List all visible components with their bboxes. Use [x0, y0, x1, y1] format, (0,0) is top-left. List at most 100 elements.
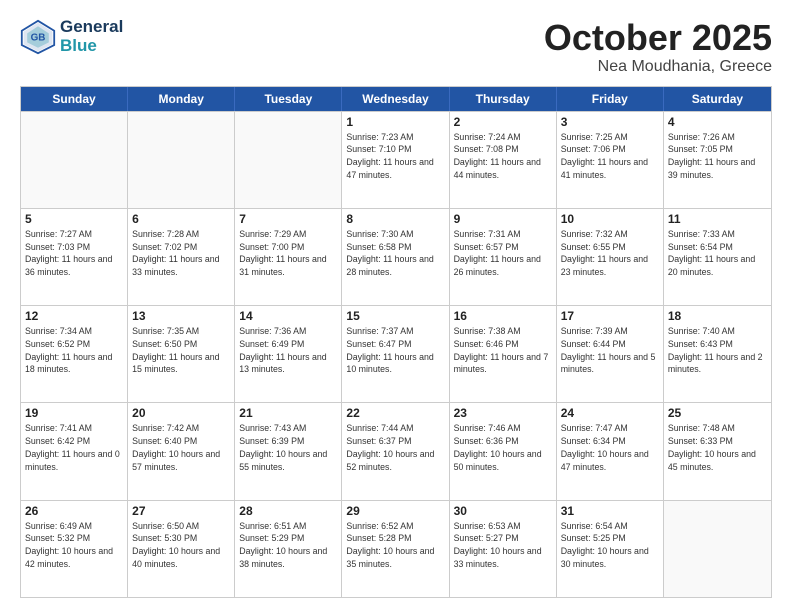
day-cell-30: 30 Sunrise: 6:53 AM Sunset: 5:27 PM Dayli…: [450, 501, 557, 597]
day-number: 2: [454, 115, 552, 129]
day-cell-4: 4 Sunrise: 7:26 AM Sunset: 7:05 PM Daylig…: [664, 112, 771, 208]
day-info: Sunrise: 6:54 AM Sunset: 5:25 PM Dayligh…: [561, 520, 659, 571]
day-info: Sunrise: 7:42 AM Sunset: 6:40 PM Dayligh…: [132, 422, 230, 473]
day-header-monday: Monday: [128, 87, 235, 111]
day-cell-14: 14 Sunrise: 7:36 AM Sunset: 6:49 PM Dayli…: [235, 306, 342, 402]
day-header-sunday: Sunday: [21, 87, 128, 111]
day-cell-13: 13 Sunrise: 7:35 AM Sunset: 6:50 PM Dayli…: [128, 306, 235, 402]
calendar-row-2: 12 Sunrise: 7:34 AM Sunset: 6:52 PM Dayli…: [21, 305, 771, 402]
day-number: 7: [239, 212, 337, 226]
day-number: 11: [668, 212, 767, 226]
day-number: 5: [25, 212, 123, 226]
day-info: Sunrise: 7:34 AM Sunset: 6:52 PM Dayligh…: [25, 325, 123, 376]
logo: GB General Blue: [20, 18, 123, 55]
day-info: Sunrise: 7:29 AM Sunset: 7:00 PM Dayligh…: [239, 228, 337, 279]
day-number: 25: [668, 406, 767, 420]
day-header-friday: Friday: [557, 87, 664, 111]
empty-cell-0-0: [21, 112, 128, 208]
day-info: Sunrise: 7:24 AM Sunset: 7:08 PM Dayligh…: [454, 131, 552, 182]
day-info: Sunrise: 7:44 AM Sunset: 6:37 PM Dayligh…: [346, 422, 444, 473]
day-cell-6: 6 Sunrise: 7:28 AM Sunset: 7:02 PM Daylig…: [128, 209, 235, 305]
day-number: 8: [346, 212, 444, 226]
calendar: SundayMondayTuesdayWednesdayThursdayFrid…: [20, 86, 772, 598]
empty-cell-0-2: [235, 112, 342, 208]
calendar-body: 1Sunrise: 7:23 AM Sunset: 7:10 PM Daylig…: [21, 111, 771, 597]
day-cell-18: 18Sunrise: 7:40 AM Sunset: 6:43 PM Dayli…: [664, 306, 771, 402]
day-info: Sunrise: 6:49 AM Sunset: 5:32 PM Dayligh…: [25, 520, 123, 571]
day-info: Sunrise: 7:39 AM Sunset: 6:44 PM Dayligh…: [561, 325, 659, 376]
day-info: Sunrise: 7:47 AM Sunset: 6:34 PM Dayligh…: [561, 422, 659, 473]
calendar-row-0: 1Sunrise: 7:23 AM Sunset: 7:10 PM Daylig…: [21, 111, 771, 208]
header: GB General Blue October 2025 Nea Moudhan…: [20, 18, 772, 76]
day-number: 17: [561, 309, 659, 323]
day-cell-27: 27Sunrise: 6:50 AM Sunset: 5:30 PM Dayli…: [128, 501, 235, 597]
logo-text: General Blue: [60, 18, 123, 55]
day-cell-15: 15Sunrise: 7:37 AM Sunset: 6:47 PM Dayli…: [342, 306, 449, 402]
day-info: Sunrise: 7:35 AM Sunset: 6:50 PM Dayligh…: [132, 325, 230, 376]
day-number: 3: [561, 115, 659, 129]
day-cell-7: 7 Sunrise: 7:29 AM Sunset: 7:00 PM Daylig…: [235, 209, 342, 305]
day-cell-26: 26 Sunrise: 6:49 AM Sunset: 5:32 PM Dayli…: [21, 501, 128, 597]
day-header-saturday: Saturday: [664, 87, 771, 111]
day-number: 23: [454, 406, 552, 420]
day-info: Sunrise: 7:36 AM Sunset: 6:49 PM Dayligh…: [239, 325, 337, 376]
day-number: 6: [132, 212, 230, 226]
day-info: Sunrise: 7:43 AM Sunset: 6:39 PM Dayligh…: [239, 422, 337, 473]
calendar-row-4: 26 Sunrise: 6:49 AM Sunset: 5:32 PM Dayli…: [21, 500, 771, 597]
day-cell-29: 29 Sunrise: 6:52 AM Sunset: 5:28 PM Dayli…: [342, 501, 449, 597]
day-info: Sunrise: 7:38 AM Sunset: 6:46 PM Dayligh…: [454, 325, 552, 376]
day-cell-11: 11 Sunrise: 7:33 AM Sunset: 6:54 PM Dayli…: [664, 209, 771, 305]
day-number: 31: [561, 504, 659, 518]
calendar-row-3: 19Sunrise: 7:41 AM Sunset: 6:42 PM Dayli…: [21, 402, 771, 499]
day-cell-1: 1Sunrise: 7:23 AM Sunset: 7:10 PM Daylig…: [342, 112, 449, 208]
day-number: 30: [454, 504, 552, 518]
day-number: 4: [668, 115, 767, 129]
day-number: 13: [132, 309, 230, 323]
day-header-wednesday: Wednesday: [342, 87, 449, 111]
day-cell-3: 3Sunrise: 7:25 AM Sunset: 7:06 PM Daylig…: [557, 112, 664, 208]
day-cell-10: 10Sunrise: 7:32 AM Sunset: 6:55 PM Dayli…: [557, 209, 664, 305]
day-cell-8: 8 Sunrise: 7:30 AM Sunset: 6:58 PM Daylig…: [342, 209, 449, 305]
day-number: 19: [25, 406, 123, 420]
day-info: Sunrise: 7:33 AM Sunset: 6:54 PM Dayligh…: [668, 228, 767, 279]
day-number: 14: [239, 309, 337, 323]
month-title: October 2025: [544, 18, 772, 58]
day-info: Sunrise: 7:46 AM Sunset: 6:36 PM Dayligh…: [454, 422, 552, 473]
empty-cell-4-6: [664, 501, 771, 597]
day-info: Sunrise: 6:51 AM Sunset: 5:29 PM Dayligh…: [239, 520, 337, 571]
day-cell-28: 28Sunrise: 6:51 AM Sunset: 5:29 PM Dayli…: [235, 501, 342, 597]
location: Nea Moudhania, Greece: [544, 58, 772, 76]
day-cell-23: 23 Sunrise: 7:46 AM Sunset: 6:36 PM Dayli…: [450, 403, 557, 499]
day-info: Sunrise: 7:23 AM Sunset: 7:10 PM Dayligh…: [346, 131, 444, 182]
day-number: 22: [346, 406, 444, 420]
day-number: 21: [239, 406, 337, 420]
day-info: Sunrise: 7:31 AM Sunset: 6:57 PM Dayligh…: [454, 228, 552, 279]
day-header-tuesday: Tuesday: [235, 87, 342, 111]
day-cell-12: 12 Sunrise: 7:34 AM Sunset: 6:52 PM Dayli…: [21, 306, 128, 402]
day-info: Sunrise: 7:28 AM Sunset: 7:02 PM Dayligh…: [132, 228, 230, 279]
day-cell-20: 20Sunrise: 7:42 AM Sunset: 6:40 PM Dayli…: [128, 403, 235, 499]
svg-text:GB: GB: [31, 32, 46, 43]
day-info: Sunrise: 6:52 AM Sunset: 5:28 PM Dayligh…: [346, 520, 444, 571]
day-cell-19: 19Sunrise: 7:41 AM Sunset: 6:42 PM Dayli…: [21, 403, 128, 499]
day-cell-24: 24 Sunrise: 7:47 AM Sunset: 6:34 PM Dayli…: [557, 403, 664, 499]
day-info: Sunrise: 6:50 AM Sunset: 5:30 PM Dayligh…: [132, 520, 230, 571]
day-number: 24: [561, 406, 659, 420]
calendar-row-1: 5 Sunrise: 7:27 AM Sunset: 7:03 PM Daylig…: [21, 208, 771, 305]
day-cell-5: 5 Sunrise: 7:27 AM Sunset: 7:03 PM Daylig…: [21, 209, 128, 305]
day-number: 18: [668, 309, 767, 323]
day-info: Sunrise: 7:30 AM Sunset: 6:58 PM Dayligh…: [346, 228, 444, 279]
calendar-header: SundayMondayTuesdayWednesdayThursdayFrid…: [21, 87, 771, 111]
day-header-thursday: Thursday: [450, 87, 557, 111]
day-number: 29: [346, 504, 444, 518]
page: GB General Blue October 2025 Nea Moudhan…: [0, 0, 792, 612]
day-info: Sunrise: 7:26 AM Sunset: 7:05 PM Dayligh…: [668, 131, 767, 182]
day-cell-16: 16Sunrise: 7:38 AM Sunset: 6:46 PM Dayli…: [450, 306, 557, 402]
day-info: Sunrise: 7:27 AM Sunset: 7:03 PM Dayligh…: [25, 228, 123, 279]
day-number: 12: [25, 309, 123, 323]
day-number: 15: [346, 309, 444, 323]
day-info: Sunrise: 6:53 AM Sunset: 5:27 PM Dayligh…: [454, 520, 552, 571]
day-number: 10: [561, 212, 659, 226]
day-cell-17: 17 Sunrise: 7:39 AM Sunset: 6:44 PM Dayli…: [557, 306, 664, 402]
day-number: 26: [25, 504, 123, 518]
